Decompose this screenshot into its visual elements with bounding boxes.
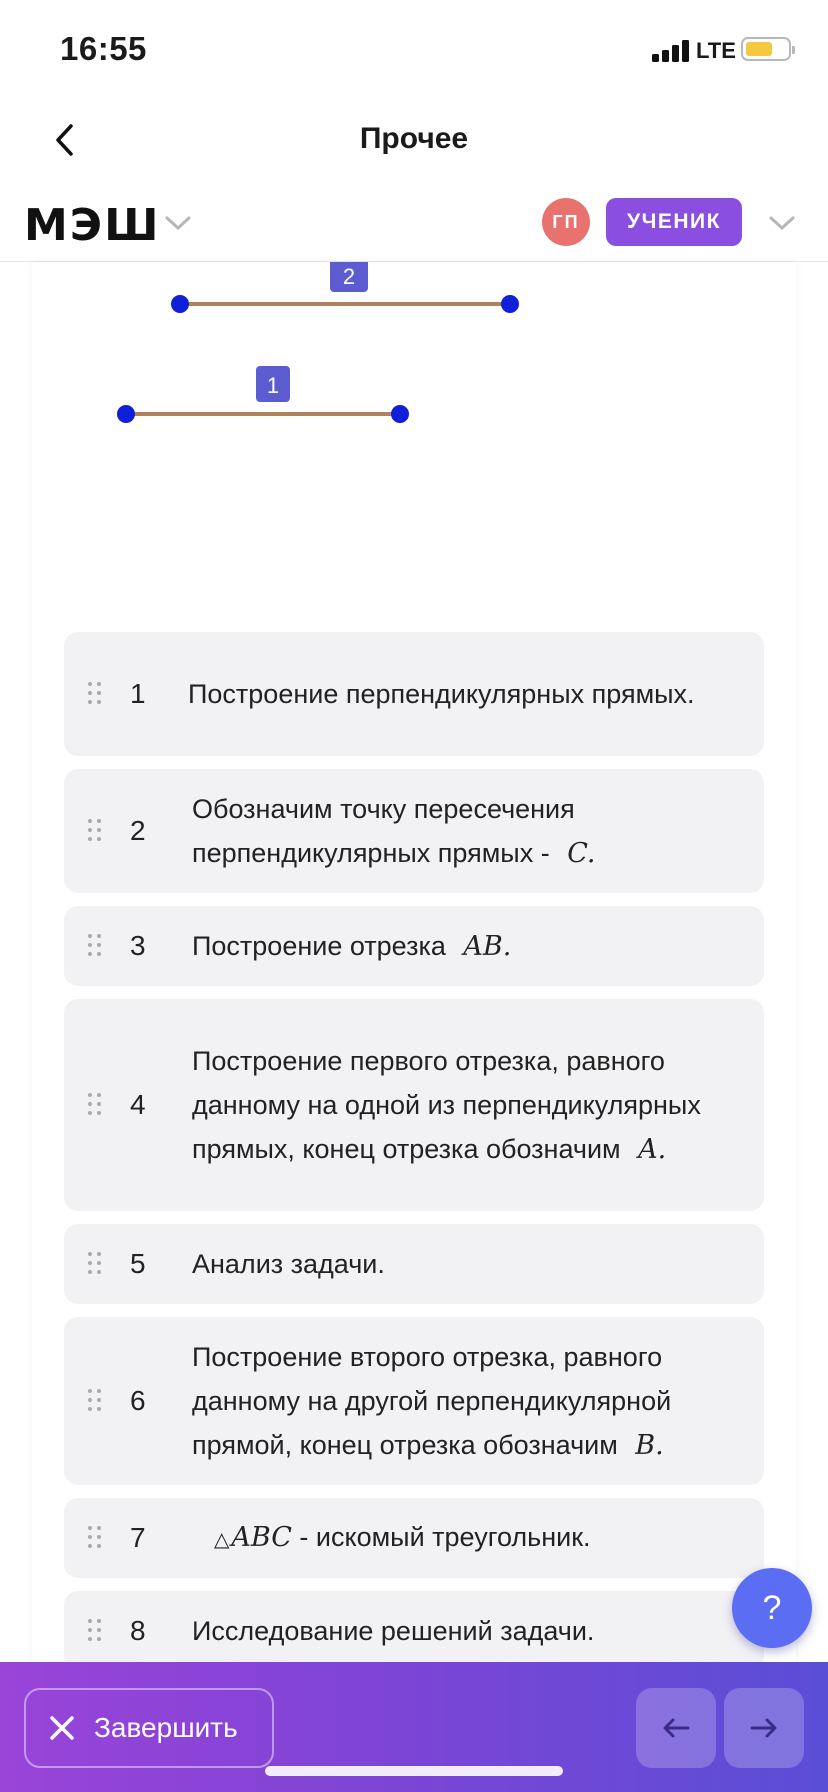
- finish-label: Завершить: [94, 1712, 238, 1743]
- drag-handle-icon[interactable]: [88, 682, 104, 706]
- step-item[interactable]: 2 Обозначим точку пересечения перпендику…: [64, 769, 764, 893]
- math-symbol: △ABC: [214, 1522, 292, 1553]
- step-item[interactable]: 6 Построение второго отрезка, равного да…: [64, 1317, 764, 1485]
- step-text: Анализ задачи.: [192, 1249, 385, 1279]
- math-symbol: C.: [567, 837, 596, 869]
- step-number: 3: [130, 930, 146, 961]
- arrow-left-icon: [663, 1718, 690, 1738]
- avatar[interactable]: ГП: [542, 198, 590, 246]
- chevron-down-icon[interactable]: [164, 214, 192, 232]
- math-symbol: A.: [638, 1133, 667, 1165]
- math-symbol: B.: [635, 1429, 664, 1461]
- step-number: 2: [130, 815, 146, 846]
- step-text: Построение перпендикулярных прямых.: [188, 679, 695, 709]
- drag-handle-icon[interactable]: [88, 1526, 104, 1550]
- signal-icon: [652, 38, 692, 62]
- app-header: МЭШ ГП УЧЕНИК: [0, 186, 828, 262]
- segment-label: 1: [267, 373, 279, 398]
- drag-handle-icon[interactable]: [88, 1389, 104, 1413]
- math-symbol: AB.: [463, 930, 512, 962]
- step-number: 8: [130, 1615, 146, 1646]
- role-badge[interactable]: УЧЕНИК: [606, 198, 742, 246]
- segment-point[interactable]: [501, 295, 519, 313]
- step-item[interactable]: 8 Исследование решений задачи.: [64, 1591, 764, 1671]
- prev-button[interactable]: [636, 1688, 716, 1768]
- step-number: 7: [130, 1522, 146, 1553]
- segment-1: 1: [117, 366, 409, 423]
- drag-handle-icon[interactable]: [88, 934, 104, 958]
- step-number: 1: [130, 678, 146, 709]
- network-label: LTE: [696, 38, 736, 63]
- segment-label: 2: [343, 264, 355, 289]
- step-number: 5: [130, 1248, 146, 1279]
- home-indicator: [265, 1766, 563, 1776]
- segments-figure: 2 1: [117, 262, 519, 423]
- chevron-down-icon[interactable]: [768, 214, 796, 232]
- page-title: Прочее: [359, 122, 469, 155]
- step-text: Построение второго отрезка, равного данн…: [192, 1341, 672, 1461]
- close-icon: [50, 1716, 74, 1740]
- finish-button[interactable]: Завершить: [24, 1688, 274, 1768]
- battery-icon: [741, 37, 795, 61]
- step-item[interactable]: 7 △ABC - искомый треугольник.: [64, 1498, 764, 1578]
- triangle-icon: △: [214, 1527, 230, 1551]
- app-logo[interactable]: МЭШ: [24, 200, 160, 251]
- step-number: 6: [130, 1385, 146, 1416]
- next-button[interactable]: [724, 1688, 804, 1768]
- step-text: Обозначим точку пересечения перпендикуля…: [192, 793, 596, 869]
- step-item[interactable]: 3 Построение отрезка AB.: [64, 906, 764, 986]
- nav-header: Прочее: [0, 96, 828, 186]
- segment-2: 2: [171, 262, 519, 313]
- step-item[interactable]: 1 Построение перпендикулярных прямых.: [64, 632, 764, 756]
- drag-handle-icon[interactable]: [88, 1093, 104, 1117]
- steps-list: 1 Построение перпендикулярных прямых. 2 …: [64, 632, 764, 1684]
- segment-point[interactable]: [117, 405, 135, 423]
- segment-point[interactable]: [171, 295, 189, 313]
- status-time: 16:55: [60, 30, 147, 67]
- arrow-right-icon: [750, 1718, 777, 1738]
- step-item[interactable]: 5 Анализ задачи.: [64, 1224, 764, 1304]
- step-number: 4: [130, 1089, 146, 1120]
- help-button[interactable]: ?: [732, 1568, 812, 1648]
- drag-handle-icon[interactable]: [88, 1619, 104, 1643]
- segment-point[interactable]: [391, 405, 409, 423]
- step-text: △ABC - искомый треугольник.: [214, 1522, 591, 1553]
- drag-handle-icon[interactable]: [88, 1252, 104, 1276]
- drag-handle-icon[interactable]: [88, 819, 104, 843]
- content-card: 2 1 1 Построение перпендикулярных прямых…: [32, 262, 796, 1671]
- step-text: Построение первого отрезка, равного данн…: [192, 1045, 701, 1165]
- step-text: Построение отрезка AB.: [192, 930, 512, 962]
- step-item[interactable]: 4 Построение первого отрезка, равного да…: [64, 999, 764, 1211]
- status-bar: 16:55 LTE: [0, 0, 828, 96]
